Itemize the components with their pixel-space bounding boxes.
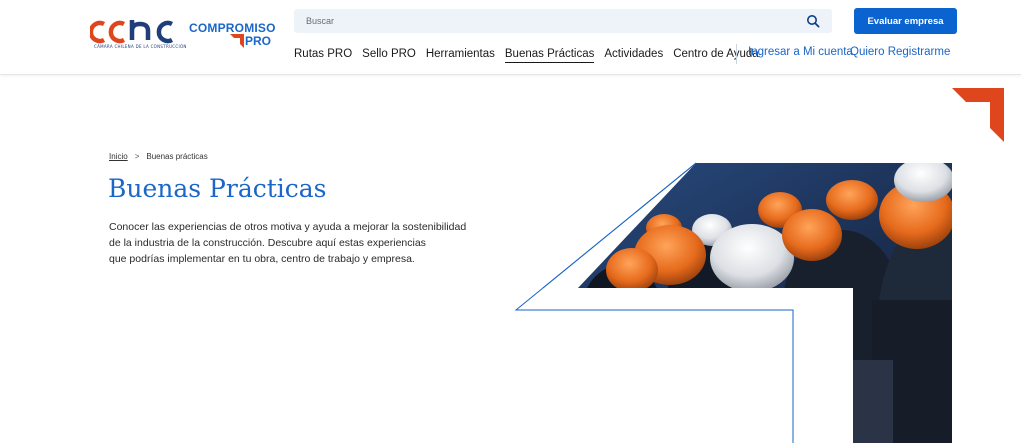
intro-line: que podrías implementar en tu obra, cent… bbox=[109, 253, 415, 265]
page-title: Buenas Prácticas bbox=[108, 174, 327, 203]
intro-line: de la industria de la construcción. Desc… bbox=[109, 237, 426, 249]
cchc-logo[interactable]: CÁMARA CHILENA DE LA CONSTRUCCIÓN COMPRO… bbox=[90, 18, 275, 58]
program-name: COMPROMISO bbox=[189, 21, 276, 35]
register-link[interactable]: Quiero Registrarme bbox=[850, 46, 950, 58]
intro-text: Conocer las experiencias de otros motiva… bbox=[109, 219, 479, 267]
nav-item-centro-de-ayuda[interactable]: Centro de Ayuda bbox=[673, 48, 758, 62]
site-header: CÁMARA CHILENA DE LA CONSTRUCCIÓN COMPRO… bbox=[0, 0, 1021, 75]
evaluate-company-button[interactable]: Evaluar empresa bbox=[854, 8, 957, 34]
nav-item-herramientas[interactable]: Herramientas bbox=[426, 48, 495, 62]
program-suffix: PRO bbox=[245, 34, 272, 48]
cchc-logo-icon bbox=[90, 20, 174, 44]
breadcrumb: Inicio > Buenas prácticas bbox=[109, 152, 208, 161]
corner-accent-icon bbox=[952, 88, 1004, 142]
nav-divider bbox=[736, 44, 737, 64]
search-bar bbox=[294, 9, 832, 33]
main-nav: Rutas PRO Sello PRO Herramientas Buenas … bbox=[294, 45, 769, 65]
breadcrumb-separator: > bbox=[134, 152, 140, 161]
pro-mark-icon bbox=[230, 34, 244, 48]
search-icon[interactable] bbox=[806, 14, 820, 28]
nav-item-actividades[interactable]: Actividades bbox=[604, 48, 663, 62]
hero-image-workers-hardhats bbox=[512, 162, 952, 443]
nav-item-buenas-practicas[interactable]: Buenas Prácticas bbox=[504, 48, 595, 63]
logo-subtitle: CÁMARA CHILENA DE LA CONSTRUCCIÓN bbox=[94, 44, 187, 49]
nav-item-sello-pro[interactable]: Sello PRO bbox=[362, 48, 416, 62]
login-link[interactable]: Ingresar a Mi cuenta bbox=[748, 46, 853, 58]
nav-item-rutas-pro[interactable]: Rutas PRO bbox=[294, 48, 352, 62]
breadcrumb-home-link[interactable]: Inicio bbox=[109, 152, 128, 161]
search-input[interactable] bbox=[294, 9, 832, 33]
breadcrumb-current: Buenas prácticas bbox=[146, 152, 208, 161]
intro-line: Conocer las experiencias de otros motiva… bbox=[109, 221, 467, 233]
